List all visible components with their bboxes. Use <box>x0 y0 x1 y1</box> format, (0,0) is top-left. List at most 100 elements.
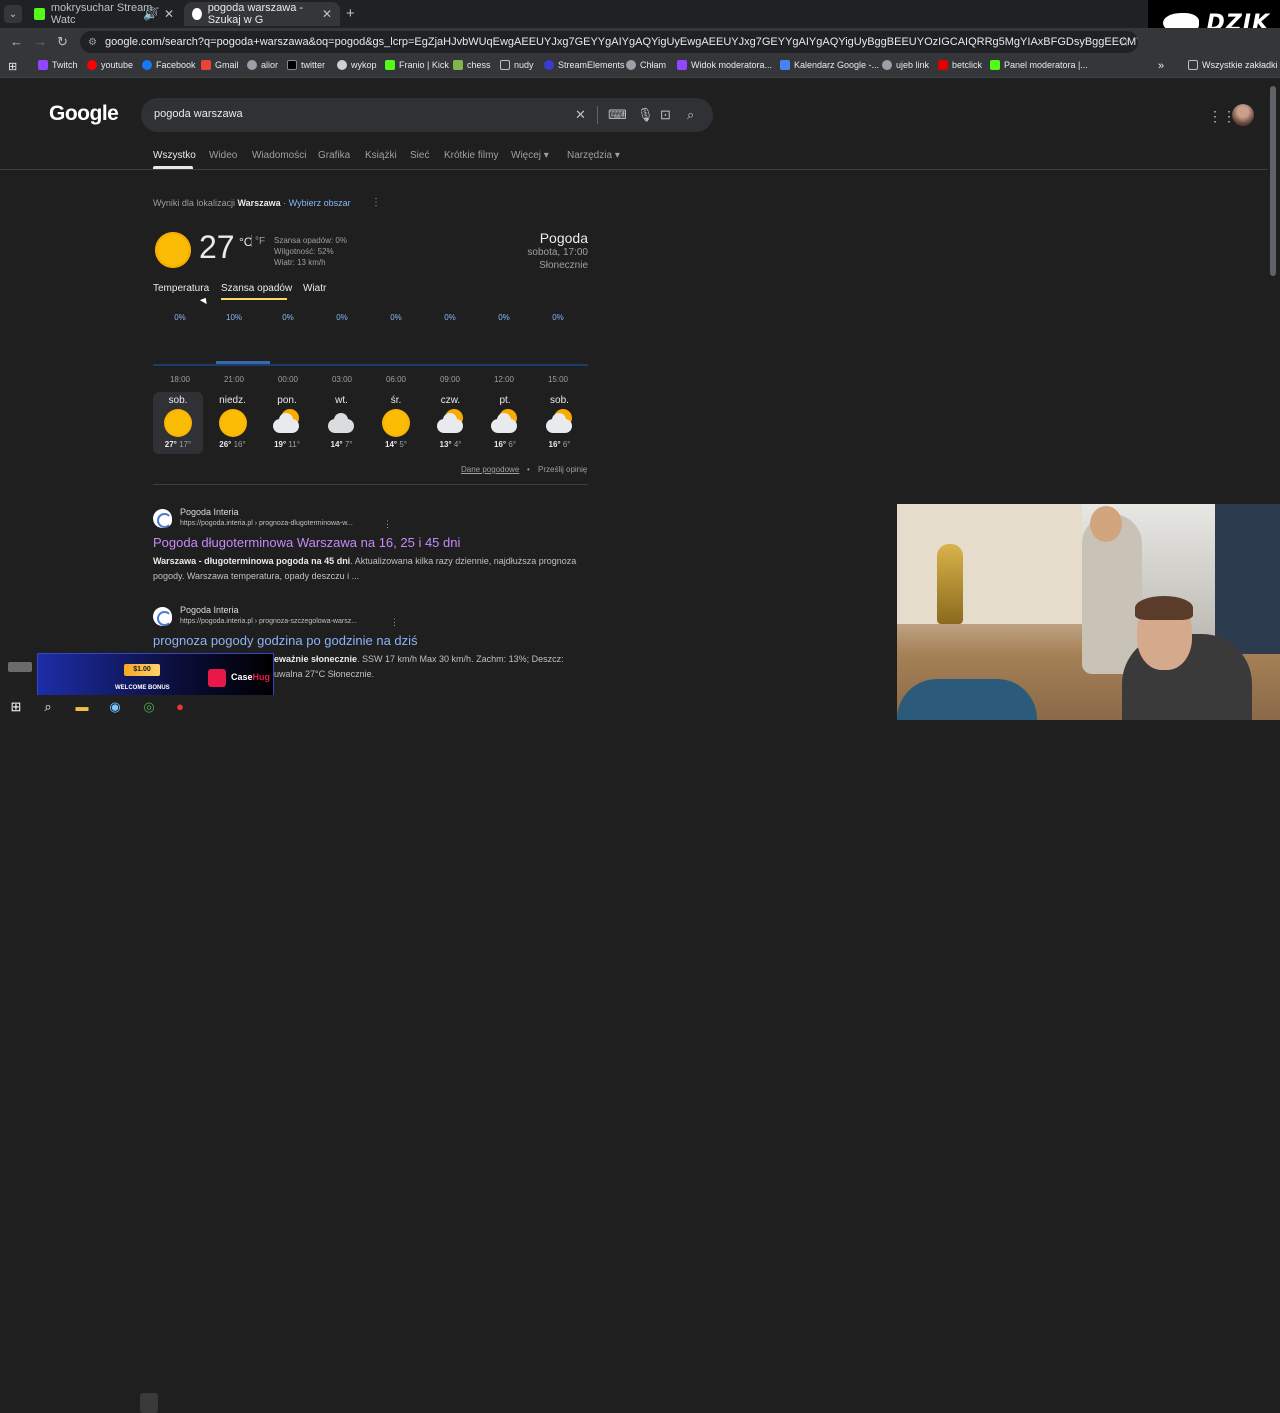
tab-all[interactable]: Wszystko <box>153 150 196 161</box>
send-feedback-link[interactable]: Prześlij opinię <box>538 465 587 474</box>
close-icon[interactable]: ✕ <box>322 7 332 21</box>
snippet-bold: eważnie słonecznie <box>274 654 358 664</box>
clear-icon[interactable]: ✕ <box>575 107 586 123</box>
bookmark-betclick[interactable]: betclick <box>938 60 982 70</box>
forecast-day[interactable]: wt. 14° 7° <box>317 392 367 454</box>
weather-data-link[interactable]: Dane pogodowe <box>461 465 519 474</box>
bookmark-panel-moderatora[interactable]: Panel moderatora |... <box>990 60 1088 70</box>
bookmark-alior[interactable]: alior <box>247 60 278 70</box>
all-bookmarks-folder[interactable]: Wszystkie zakładki <box>1188 60 1278 70</box>
footer-separator: • <box>527 465 530 474</box>
tab-web[interactable]: Sieć <box>410 150 429 161</box>
more-options-icon[interactable]: ⋮ <box>383 519 392 530</box>
low-temp: 5° <box>399 440 407 449</box>
bookmark-star-icon[interactable]: ☆ <box>1118 34 1130 50</box>
day-temps: 14° 7° <box>317 440 367 449</box>
tab-tools[interactable]: Narzędzia ▾ <box>567 150 620 161</box>
bookmark-facebook[interactable]: Facebook <box>142 60 196 70</box>
weather-tab-precipitation[interactable]: Szansa opadów <box>221 283 292 294</box>
lens-icon[interactable]: ⊡ <box>660 107 671 123</box>
day-name: sob. <box>168 395 188 406</box>
bookmark-chess[interactable]: chess <box>453 60 491 70</box>
chrome-icon[interactable]: ◎ <box>141 699 157 715</box>
tab-tools-label: Narzędzia <box>567 150 613 161</box>
forecast-day[interactable]: czw. 13° 4° <box>426 392 476 454</box>
tab-stream[interactable]: mokrysuchar Stream - Watc 🔊 ✕ <box>26 2 182 26</box>
bookmark-franio-kick[interactable]: Franio | Kick <box>385 60 449 70</box>
bookmark-folder-nudy[interactable]: nudy <box>500 60 534 70</box>
app-icon[interactable]: ◉ <box>107 699 123 715</box>
search-icon[interactable]: ⌕ <box>40 699 56 715</box>
microphone-icon[interactable]: 🎙 <box>637 107 654 123</box>
casehug-logo-icon <box>208 669 226 687</box>
weather-tab-temperature[interactable]: Temperatura <box>153 283 209 294</box>
choose-area-link[interactable]: Wybierz obszar <box>289 198 351 208</box>
tab-search-button[interactable]: ⌄ <box>4 5 22 23</box>
result-site-name[interactable]: Pogoda Interia <box>180 507 239 517</box>
result-title-link[interactable]: Pogoda długoterminowa Warszawa na 16, 25… <box>153 535 460 550</box>
more-options-icon[interactable]: ⋮ <box>371 197 381 208</box>
tab-more[interactable]: Więcej ▾ <box>511 150 549 161</box>
result-url[interactable]: https://pogoda.interia.pl › prognoza-szc… <box>180 618 357 625</box>
search-box[interactable]: pogoda warszawa ✕ ⌨ 🎙 ⊡ ⌕ <box>141 98 713 132</box>
bookmark-wykop[interactable]: wykop <box>337 60 377 70</box>
back-icon[interactable]: ← <box>10 34 23 49</box>
bookmark-twitter[interactable]: twitter <box>287 60 325 70</box>
forecast-day[interactable]: sob. 16° 6° <box>535 392 585 454</box>
result-site-name[interactable]: Pogoda Interia <box>180 605 239 615</box>
search-icon[interactable]: ⌕ <box>687 107 694 123</box>
active-weather-tab-indicator <box>221 298 287 300</box>
close-icon[interactable]: ✕ <box>164 7 174 21</box>
interia-favicon-icon[interactable] <box>153 607 172 626</box>
bookmark-widok-moderatora[interactable]: Widok moderatora... <box>677 60 772 70</box>
bookmark-kalendarz[interactable]: Kalendarz Google -... <box>780 60 879 70</box>
tab-google-search[interactable]: pogoda warszawa - Szukaj w G ✕ <box>184 2 340 26</box>
google-logo[interactable]: Google <box>49 102 119 126</box>
bookmark-streamelements[interactable]: StreamElements <box>544 60 625 70</box>
bookmark-twitch[interactable]: Twitch <box>38 60 78 70</box>
tab-images[interactable]: Grafika <box>318 150 350 161</box>
windows-start-icon[interactable]: ⊞ <box>8 699 24 715</box>
chess-icon <box>453 60 463 70</box>
result-url[interactable]: https://pogoda.interia.pl › prognoza-dlu… <box>180 520 353 527</box>
forecast-day[interactable]: pon. 19° 11° <box>262 392 312 454</box>
low-temp: 16° <box>233 440 246 449</box>
new-tab-icon[interactable]: + <box>346 5 355 22</box>
bookmark-chlam[interactable]: Chłam <box>626 60 666 70</box>
browser-toolbar: ← → ↻ ⚙ google.com/search?q=pogoda+warsz… <box>0 28 1280 56</box>
tab-short-videos[interactable]: Krótkie filmy <box>444 150 498 161</box>
tab-books[interactable]: Książki <box>365 150 397 161</box>
site-info-icon[interactable]: ⚙ <box>88 37 97 48</box>
tab-video[interactable]: Wideo <box>209 150 237 161</box>
tab-news[interactable]: Wiadomości <box>252 150 306 161</box>
forecast-day[interactable]: niedz. 26° 16° <box>208 392 258 454</box>
forecast-day[interactable]: sob. 27° 17° <box>153 392 203 454</box>
forecast-day[interactable]: pt. 16° 6° <box>480 392 530 454</box>
result-title-link[interactable]: prognoza pogody godzina po godzinie na d… <box>153 633 418 648</box>
keyboard-icon[interactable]: ⌨ <box>608 107 627 123</box>
interia-favicon-icon[interactable] <box>153 509 172 528</box>
day-temps: 16° 6° <box>480 440 530 449</box>
address-bar[interactable]: ⚙ google.com/search?q=pogoda+warszawa&oq… <box>80 31 1138 53</box>
file-explorer-icon[interactable]: ▬ <box>74 699 90 715</box>
unit-fahrenheit[interactable]: °F <box>255 236 265 247</box>
apps-grid-icon[interactable]: ⊞ <box>8 60 17 73</box>
bookmark-gmail[interactable]: Gmail <box>201 60 239 70</box>
time-label: 21:00 <box>223 375 245 384</box>
reload-icon[interactable]: ↻ <box>57 34 68 50</box>
weather-tab-wind[interactable]: Wiatr <box>303 283 326 294</box>
avatar[interactable] <box>1232 104 1254 126</box>
google-icon <box>192 8 202 20</box>
header-divider <box>0 169 1268 170</box>
audio-icon[interactable]: 🔊 <box>143 7 158 21</box>
bookmark-ujeb-link[interactable]: ujeb link <box>882 60 929 70</box>
more-options-icon[interactable]: ⋮ <box>390 617 399 628</box>
search-input[interactable]: pogoda warszawa <box>154 108 243 120</box>
forecast-day[interactable]: śr. 14° 5° <box>371 392 421 454</box>
bookmarks-overflow-icon[interactable]: » <box>1158 60 1164 72</box>
folder-icon <box>500 60 510 70</box>
scrollbar[interactable] <box>1270 86 1276 276</box>
bookmark-youtube[interactable]: youtube <box>87 60 133 70</box>
obs-icon[interactable]: ● <box>172 699 188 715</box>
forward-icon[interactable]: → <box>34 34 47 49</box>
